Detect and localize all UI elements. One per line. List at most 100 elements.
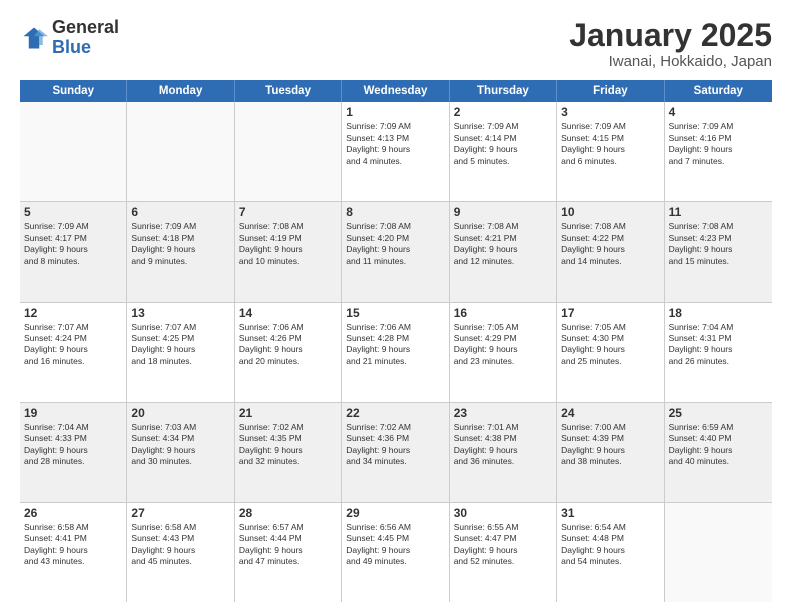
calendar-header: Sunday Monday Tuesday Wednesday Thursday…: [20, 80, 772, 102]
day-cell-13: 13 Sunrise: 7:07 AM Sunset: 4:25 PM Dayli…: [127, 303, 234, 402]
day-cell-12: 12 Sunrise: 7:07 AM Sunset: 4:24 PM Dayli…: [20, 303, 127, 402]
day-cell-17: 17 Sunrise: 7:05 AM Sunset: 4:30 PM Dayli…: [557, 303, 664, 402]
day-cell-27: 27 Sunrise: 6:58 AM Sunset: 4:43 PM Dayli…: [127, 503, 234, 602]
day-cell-26: 26 Sunrise: 6:58 AM Sunset: 4:41 PM Dayli…: [20, 503, 127, 602]
day-cell-29: 29Sunrise: 6:56 AM Sunset: 4:45 PM Dayli…: [342, 503, 449, 602]
day-cell-24: 24 Sunrise: 7:00 AM Sunset: 4:39 PM Dayli…: [557, 403, 664, 502]
day-cell-22: 22Sunrise: 7:02 AM Sunset: 4:36 PM Dayli…: [342, 403, 449, 502]
header-wednesday: Wednesday: [342, 80, 449, 102]
day-cell-16: 16 Sunrise: 7:05 AM Sunset: 4:29 PM Dayli…: [450, 303, 557, 402]
day-number: 7: [239, 205, 337, 219]
day-info: Sunrise: 7:00 AM Sunset: 4:39 PM Dayligh…: [561, 422, 659, 468]
day-number: 26: [24, 506, 122, 520]
header-thursday: Thursday: [450, 80, 557, 102]
day-number: 16: [454, 306, 552, 320]
day-info: Sunrise: 7:08 AM Sunset: 4:19 PM Dayligh…: [239, 221, 337, 267]
logo-blue: Blue: [52, 37, 91, 57]
day-number: 24: [561, 406, 659, 420]
day-number: 18: [669, 306, 768, 320]
day-number: 31: [561, 506, 659, 520]
day-info: Sunrise: 7:09 AM Sunset: 4:14 PM Dayligh…: [454, 121, 552, 167]
day-info: Sunrise: 7:09 AM Sunset: 4:13 PM Dayligh…: [346, 121, 444, 167]
day-number: 29: [346, 506, 444, 520]
day-info: Sunrise: 6:59 AM Sunset: 4:40 PM Dayligh…: [669, 422, 768, 468]
logo: General Blue: [20, 18, 119, 58]
day-cell-18: 18 Sunrise: 7:04 AM Sunset: 4:31 PM Dayli…: [665, 303, 772, 402]
day-cell-19: 19 Sunrise: 7:04 AM Sunset: 4:33 PM Dayli…: [20, 403, 127, 502]
day-info: Sunrise: 7:09 AM Sunset: 4:16 PM Dayligh…: [669, 121, 768, 167]
day-number: 30: [454, 506, 552, 520]
day-cell-1: 1 Sunrise: 7:09 AM Sunset: 4:13 PM Daylig…: [342, 102, 449, 201]
day-number: 27: [131, 506, 229, 520]
day-number: 6: [131, 205, 229, 219]
calendar-week-1: 1 Sunrise: 7:09 AM Sunset: 4:13 PM Daylig…: [20, 102, 772, 202]
day-cell-15: 15 Sunrise: 7:06 AM Sunset: 4:28 PM Dayli…: [342, 303, 449, 402]
day-number: 15: [346, 306, 444, 320]
day-cell-20: 20Sunrise: 7:03 AM Sunset: 4:34 PM Dayli…: [127, 403, 234, 502]
calendar-week-4: 19 Sunrise: 7:04 AM Sunset: 4:33 PM Dayli…: [20, 403, 772, 503]
day-cell-23: 23 Sunrise: 7:01 AM Sunset: 4:38 PM Dayli…: [450, 403, 557, 502]
day-info: Sunrise: 7:02 AM Sunset: 4:36 PM Dayligh…: [346, 422, 444, 468]
day-info: Sunrise: 6:57 AM Sunset: 4:44 PM Dayligh…: [239, 522, 337, 568]
day-info: Sunrise: 7:08 AM Sunset: 4:22 PM Dayligh…: [561, 221, 659, 267]
day-info: Sunrise: 7:06 AM Sunset: 4:26 PM Dayligh…: [239, 322, 337, 368]
day-info: Sunrise: 7:01 AM Sunset: 4:38 PM Dayligh…: [454, 422, 552, 468]
day-cell-9: 9Sunrise: 7:08 AM Sunset: 4:21 PM Daylig…: [450, 202, 557, 301]
title-block: January 2025 Iwanai, Hokkaido, Japan: [569, 18, 772, 70]
page: General Blue January 2025 Iwanai, Hokkai…: [0, 0, 792, 612]
day-info: Sunrise: 7:08 AM Sunset: 4:20 PM Dayligh…: [346, 221, 444, 267]
calendar-subtitle: Iwanai, Hokkaido, Japan: [569, 53, 772, 70]
day-number: 19: [24, 406, 122, 420]
day-info: Sunrise: 7:08 AM Sunset: 4:23 PM Dayligh…: [669, 221, 768, 267]
day-info: Sunrise: 6:55 AM Sunset: 4:47 PM Dayligh…: [454, 522, 552, 568]
day-number: 23: [454, 406, 552, 420]
calendar-week-5: 26 Sunrise: 6:58 AM Sunset: 4:41 PM Dayli…: [20, 503, 772, 602]
day-number: 1: [346, 105, 444, 119]
header-sunday: Sunday: [20, 80, 127, 102]
header-monday: Monday: [127, 80, 234, 102]
day-info: Sunrise: 7:05 AM Sunset: 4:29 PM Dayligh…: [454, 322, 552, 368]
day-number: 11: [669, 205, 768, 219]
day-number: 3: [561, 105, 659, 119]
day-info: Sunrise: 7:06 AM Sunset: 4:28 PM Dayligh…: [346, 322, 444, 368]
day-cell-25: 25 Sunrise: 6:59 AM Sunset: 4:40 PM Dayli…: [665, 403, 772, 502]
day-info: Sunrise: 7:09 AM Sunset: 4:17 PM Dayligh…: [24, 221, 122, 267]
day-cell-10: 10 Sunrise: 7:08 AM Sunset: 4:22 PM Dayli…: [557, 202, 664, 301]
empty-cell: [20, 102, 127, 201]
logo-general: General: [52, 17, 119, 37]
header-friday: Friday: [557, 80, 664, 102]
day-info: Sunrise: 7:05 AM Sunset: 4:30 PM Dayligh…: [561, 322, 659, 368]
day-number: 4: [669, 105, 768, 119]
calendar-week-2: 5Sunrise: 7:09 AM Sunset: 4:17 PM Daylig…: [20, 202, 772, 302]
day-cell-21: 21Sunrise: 7:02 AM Sunset: 4:35 PM Dayli…: [235, 403, 342, 502]
empty-cell: [127, 102, 234, 201]
day-cell-6: 6 Sunrise: 7:09 AM Sunset: 4:18 PM Daylig…: [127, 202, 234, 301]
header-saturday: Saturday: [665, 80, 772, 102]
day-cell-8: 8Sunrise: 7:08 AM Sunset: 4:20 PM Daylig…: [342, 202, 449, 301]
day-number: 28: [239, 506, 337, 520]
day-cell-2: 2 Sunrise: 7:09 AM Sunset: 4:14 PM Daylig…: [450, 102, 557, 201]
empty-cell: [665, 503, 772, 602]
day-number: 20: [131, 406, 229, 420]
day-number: 10: [561, 205, 659, 219]
day-cell-5: 5Sunrise: 7:09 AM Sunset: 4:17 PM Daylig…: [20, 202, 127, 301]
logo-icon: [20, 24, 48, 52]
day-number: 2: [454, 105, 552, 119]
day-number: 13: [131, 306, 229, 320]
day-info: Sunrise: 6:58 AM Sunset: 4:41 PM Dayligh…: [24, 522, 122, 568]
day-info: Sunrise: 6:58 AM Sunset: 4:43 PM Dayligh…: [131, 522, 229, 568]
day-number: 25: [669, 406, 768, 420]
day-cell-4: 4 Sunrise: 7:09 AM Sunset: 4:16 PM Daylig…: [665, 102, 772, 201]
day-info: Sunrise: 7:09 AM Sunset: 4:18 PM Dayligh…: [131, 221, 229, 267]
day-info: Sunrise: 7:04 AM Sunset: 4:33 PM Dayligh…: [24, 422, 122, 468]
logo-text: General Blue: [52, 18, 119, 58]
day-number: 12: [24, 306, 122, 320]
day-cell-14: 14 Sunrise: 7:06 AM Sunset: 4:26 PM Dayli…: [235, 303, 342, 402]
day-info: Sunrise: 7:07 AM Sunset: 4:24 PM Dayligh…: [24, 322, 122, 368]
day-info: Sunrise: 7:04 AM Sunset: 4:31 PM Dayligh…: [669, 322, 768, 368]
day-info: Sunrise: 7:07 AM Sunset: 4:25 PM Dayligh…: [131, 322, 229, 368]
day-number: 14: [239, 306, 337, 320]
day-cell-11: 11 Sunrise: 7:08 AM Sunset: 4:23 PM Dayli…: [665, 202, 772, 301]
day-number: 17: [561, 306, 659, 320]
day-cell-7: 7 Sunrise: 7:08 AM Sunset: 4:19 PM Daylig…: [235, 202, 342, 301]
